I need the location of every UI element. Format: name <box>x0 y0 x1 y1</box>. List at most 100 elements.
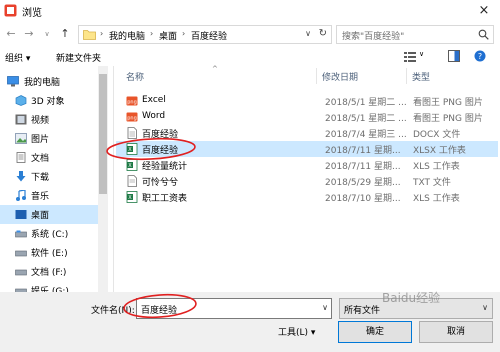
sidebar-scrollbar[interactable] <box>98 66 108 292</box>
open-button[interactable]: 确定 <box>338 321 412 343</box>
refresh-icon[interactable]: ↻ <box>319 28 327 39</box>
list-item[interactable]: X 经验量统计 2018/7/11 星期... XLS 工作表 <box>116 157 498 173</box>
svg-text:X: X <box>128 195 132 201</box>
file-type: TXT 文件 <box>413 178 451 188</box>
window-title: 浏览 <box>22 8 42 19</box>
column-header-type[interactable]: 类型 <box>412 70 430 83</box>
list-item-selected[interactable]: X 百度经验 2018/7/11 星期... XLSX 工作表 <box>116 141 498 157</box>
up-button[interactable]: ↑ <box>58 27 72 41</box>
breadcrumb-desktop[interactable]: 桌面 <box>159 29 177 42</box>
file-date: 2018/5/1 星期二 ... <box>325 114 407 124</box>
column-separator[interactable] <box>406 68 407 84</box>
file-name: 职工工资表 <box>142 194 188 204</box>
svg-text:png: png <box>127 100 137 106</box>
chevron-down-icon[interactable]: ∨ <box>482 303 488 312</box>
sidebar-item-label: 3D 对象 <box>31 97 65 107</box>
filename-label: 文件名(N): <box>91 306 135 316</box>
sidebar-scroll-thumb[interactable] <box>99 74 107 194</box>
address-bar[interactable]: › 我的电脑 › 桌面 › 百度经验 ∨ ↻ <box>78 25 332 44</box>
file-name: 经验量统计 <box>142 162 188 172</box>
forward-button[interactable]: → <box>22 27 36 41</box>
sidebar-item-label: 娱乐 (G:) <box>31 287 69 292</box>
view-options-icon[interactable] <box>404 51 416 62</box>
file-date: 2018/7/10 星期... <box>325 194 401 204</box>
chevron-down-icon[interactable]: ∨ <box>322 303 328 312</box>
sidebar-item-drive-f[interactable]: 文档 (F:) <box>0 262 100 281</box>
breadcrumb-my-computer[interactable]: 我的电脑 <box>109 29 145 42</box>
navigation-pane: 我的电脑 3D 对象 视频 图片 文档 下载 音乐 桌面 系统 (C:) 软件 … <box>0 66 112 292</box>
organize-menu[interactable]: 组织 ▾ <box>5 51 30 64</box>
sidebar-item-downloads[interactable]: 下载 <box>0 167 100 186</box>
file-type: DOCX 文件 <box>413 130 461 140</box>
new-folder-button[interactable]: 新建文件夹 <box>56 51 101 64</box>
drive-icon <box>15 288 27 292</box>
sidebar-item-label: 我的电脑 <box>24 78 61 88</box>
file-name: 百度经验 <box>142 130 179 140</box>
sidebar-item-my-computer[interactable]: 我的电脑 <box>0 72 100 91</box>
drive-icon <box>15 230 27 238</box>
drive-icon <box>15 269 27 276</box>
column-separator[interactable] <box>316 68 317 84</box>
sidebar-item-music[interactable]: 音乐 <box>0 186 100 205</box>
svg-text:X: X <box>128 147 132 153</box>
sidebar-item-3d-objects[interactable]: 3D 对象 <box>0 91 100 110</box>
sidebar-item-label: 图片 <box>31 135 50 145</box>
sidebar-item-documents[interactable]: 文档 <box>0 148 100 167</box>
png-image-icon: png <box>126 96 138 106</box>
file-type: 看图王 PNG 图片 <box>413 114 483 124</box>
cancel-button[interactable]: 取消 <box>419 321 493 343</box>
sidebar-item-label: 系统 (C:) <box>31 230 69 240</box>
sidebar-item-drive-e[interactable]: 软件 (E:) <box>0 243 100 262</box>
file-name: Excel <box>142 95 166 105</box>
view-dropdown-icon[interactable]: ∨ <box>419 50 424 58</box>
list-item[interactable]: 可怜兮兮 2018/5/29 星期... TXT 文件 <box>116 173 498 189</box>
column-header-name[interactable]: 名称 <box>126 70 144 83</box>
svg-text:X: X <box>128 163 132 169</box>
search-placeholder: 搜索"百度经验" <box>342 32 405 42</box>
sidebar-item-videos[interactable]: 视频 <box>0 110 100 129</box>
filename-input[interactable]: 百度经验 ∨ <box>136 298 332 319</box>
column-header-date[interactable]: 修改日期 <box>322 70 358 83</box>
file-name: 百度经验 <box>142 146 179 156</box>
filter-value: 所有文件 <box>344 306 381 316</box>
breadcrumb-separator: › <box>100 29 104 38</box>
file-type: XLSX 工作表 <box>413 146 466 156</box>
help-icon[interactable]: ? <box>474 50 486 62</box>
address-dropdown-icon[interactable]: ∨ <box>305 29 311 38</box>
docx-file-icon <box>127 127 137 139</box>
xls-file-icon: X <box>126 159 138 171</box>
navigation-bar: ← → ∨ ↑ › 我的电脑 › 桌面 › 百度经验 ∨ ↻ 搜索"百度经验" <box>0 22 500 48</box>
preview-pane-icon[interactable] <box>448 50 460 62</box>
sidebar-item-pictures[interactable]: 图片 <box>0 129 100 148</box>
file-date: 2018/7/11 星期... <box>325 162 401 172</box>
breadcrumb-baidu-jingyan[interactable]: 百度经验 <box>191 29 227 42</box>
sidebar-item-desktop[interactable]: 桌面 <box>0 205 100 224</box>
file-date: 2018/7/4 星期三 ... <box>325 130 407 140</box>
sidebar-item-label: 桌面 <box>31 211 50 221</box>
list-item[interactable]: X 职工工资表 2018/7/10 星期... XLS 工作表 <box>116 189 498 205</box>
file-name: Word <box>142 111 166 121</box>
back-button[interactable]: ← <box>4 27 18 41</box>
svg-text:?: ? <box>478 52 482 61</box>
file-date: 2018/5/1 星期二 ... <box>325 98 407 108</box>
document-icon <box>16 152 26 163</box>
sidebar-item-label: 文档 (F:) <box>31 268 67 278</box>
file-name: 可怜兮兮 <box>142 178 179 188</box>
sidebar-item-label: 软件 (E:) <box>31 249 68 259</box>
sidebar-item-drive-c[interactable]: 系统 (C:) <box>0 224 100 243</box>
tools-menu[interactable]: 工具(L) ▾ <box>278 325 315 338</box>
list-item[interactable]: png Word 2018/5/1 星期二 ... 看图王 PNG 图片 <box>116 109 498 125</box>
close-button[interactable]: × <box>474 2 494 20</box>
folder-icon <box>83 30 96 40</box>
xls-file-icon: X <box>126 191 138 203</box>
list-item[interactable]: png Excel 2018/5/1 星期二 ... 看图王 PNG 图片 <box>116 93 498 109</box>
search-box[interactable]: 搜索"百度经验" <box>336 25 494 44</box>
music-icon <box>16 190 26 201</box>
xlsx-file-icon: X <box>126 143 138 155</box>
recent-locations-dropdown[interactable]: ∨ <box>40 27 54 41</box>
drive-icon <box>15 250 27 257</box>
sidebar-item-drive-g[interactable]: 娱乐 (G:) <box>0 281 100 292</box>
png-image-icon: png <box>126 112 138 122</box>
list-item[interactable]: 百度经验 2018/7/4 星期三 ... DOCX 文件 <box>116 125 498 141</box>
sort-ascending-icon: ^ <box>212 65 218 73</box>
